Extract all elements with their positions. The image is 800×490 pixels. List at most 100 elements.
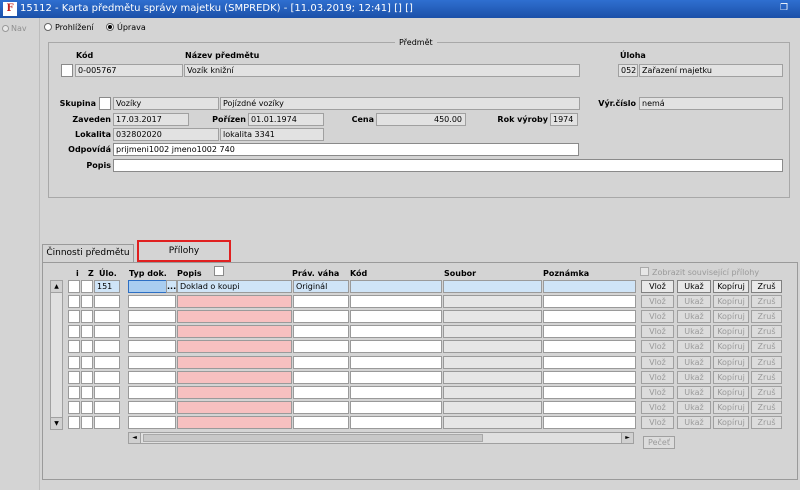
kod-field[interactable]: 0-005767	[75, 64, 183, 77]
cell-z[interactable]	[81, 280, 93, 293]
cell-kod[interactable]	[350, 280, 442, 293]
cell-i[interactable]	[68, 325, 80, 338]
ukaz-button[interactable]: Ukaž	[677, 295, 711, 308]
vloz-button[interactable]: Vlož	[641, 280, 674, 293]
vloz-button[interactable]: Vlož	[641, 310, 674, 323]
cell-poznamka[interactable]	[543, 386, 636, 399]
ukaz-button[interactable]: Ukaž	[677, 310, 711, 323]
zrus-button[interactable]: Zruš	[751, 325, 782, 338]
cell-soubor[interactable]	[443, 386, 542, 399]
show-related-checkbox[interactable]	[640, 267, 649, 276]
show-related-toggle[interactable]: Zobrazit související přílohy	[640, 267, 759, 278]
ukaz-button[interactable]: Ukaž	[677, 401, 711, 414]
cell-soubor[interactable]	[443, 295, 542, 308]
cell-typ-dok[interactable]	[128, 371, 176, 384]
vloz-button[interactable]: Vlož	[641, 401, 674, 414]
kopiruj-button[interactable]: Kopíruj	[713, 280, 749, 293]
cell-typ-dok[interactable]	[128, 356, 176, 369]
cell-z[interactable]	[81, 401, 93, 414]
cell-popis[interactable]	[177, 295, 292, 308]
vyr-cislo-field[interactable]: nemá	[639, 97, 783, 110]
uloha-field[interactable]: Zařazení majetku	[639, 64, 783, 77]
cell-poznamka[interactable]	[543, 416, 636, 429]
nazev-field[interactable]: Vozík knižní	[184, 64, 580, 77]
lokalita-field[interactable]: lokalita 3341	[220, 128, 324, 141]
kopiruj-button[interactable]: Kopíruj	[713, 386, 749, 399]
cell-popis[interactable]	[177, 371, 292, 384]
cell-z[interactable]	[81, 340, 93, 353]
cell-i[interactable]	[68, 280, 80, 293]
cell-soubor[interactable]	[443, 325, 542, 338]
cell-i[interactable]	[68, 356, 80, 369]
kopiruj-button[interactable]: Kopíruj	[713, 401, 749, 414]
cell-popis[interactable]	[177, 386, 292, 399]
cell-ulo[interactable]	[94, 310, 120, 323]
cell-popis[interactable]	[177, 310, 292, 323]
cell-poznamka[interactable]	[543, 325, 636, 338]
ukaz-button[interactable]: Ukaž	[677, 325, 711, 338]
restore-window-icon[interactable]: ❐	[780, 3, 790, 13]
zrus-button[interactable]: Zruš	[751, 280, 782, 293]
zaveden-field[interactable]: 17.03.2017	[113, 113, 189, 126]
cell-ulo[interactable]	[94, 325, 120, 338]
cell-prav-vaha[interactable]	[293, 340, 349, 353]
ukaz-button[interactable]: Ukaž	[677, 386, 711, 399]
cell-kod[interactable]	[350, 416, 442, 429]
kopiruj-button[interactable]: Kopíruj	[713, 295, 749, 308]
cell-poznamka[interactable]	[543, 295, 636, 308]
cell-prav-vaha[interactable]	[293, 310, 349, 323]
zrus-button[interactable]: Zruš	[751, 416, 782, 429]
uloha-code-field[interactable]: 052	[618, 64, 638, 77]
ukaz-button[interactable]: Ukaž	[677, 356, 711, 369]
cell-i[interactable]	[68, 295, 80, 308]
cell-typ-dok[interactable]	[128, 325, 176, 338]
vloz-button[interactable]: Vlož	[641, 325, 674, 338]
cell-ulo[interactable]	[94, 371, 120, 384]
rok-vyroby-field[interactable]: 1974	[550, 113, 578, 126]
cell-soubor[interactable]	[443, 340, 542, 353]
porizen-field[interactable]: 01.01.1974	[248, 113, 324, 126]
cell-z[interactable]	[81, 416, 93, 429]
cell-i[interactable]	[68, 386, 80, 399]
cell-z[interactable]	[81, 295, 93, 308]
cell-poznamka[interactable]	[543, 356, 636, 369]
cell-kod[interactable]	[350, 325, 442, 338]
zrus-button[interactable]: Zruš	[751, 310, 782, 323]
cell-soubor[interactable]	[443, 416, 542, 429]
kopiruj-button[interactable]: Kopíruj	[713, 416, 749, 429]
skupina-checkbox[interactable]	[99, 97, 111, 110]
nav-button[interactable]: Nav	[2, 22, 36, 36]
scroll-right-icon[interactable]: ►	[621, 433, 633, 443]
cell-poznamka[interactable]	[543, 280, 636, 293]
popis-header-checkbox[interactable]	[214, 266, 224, 276]
cell-soubor[interactable]	[443, 371, 542, 384]
ukaz-button[interactable]: Ukaž	[677, 280, 711, 293]
cell-i[interactable]	[68, 401, 80, 414]
cell-kod[interactable]	[350, 401, 442, 414]
cell-typ-dok[interactable]	[128, 386, 176, 399]
vloz-button[interactable]: Vlož	[641, 295, 674, 308]
cell-soubor[interactable]	[443, 356, 542, 369]
skupina-field[interactable]: Vozíky	[113, 97, 219, 110]
cell-prav-vaha[interactable]	[293, 356, 349, 369]
kopiruj-button[interactable]: Kopíruj	[713, 371, 749, 384]
cell-poznamka[interactable]	[543, 401, 636, 414]
cell-ulo[interactable]	[94, 356, 120, 369]
vloz-button[interactable]: Vlož	[641, 416, 674, 429]
zrus-button[interactable]: Zruš	[751, 340, 782, 353]
cell-prav-vaha[interactable]	[293, 295, 349, 308]
cell-z[interactable]	[81, 310, 93, 323]
cell-ulo[interactable]	[94, 295, 120, 308]
cell-popis[interactable]	[177, 416, 292, 429]
cell-typ-dok[interactable]	[128, 401, 176, 414]
lokalita-code-field[interactable]: 032802020	[113, 128, 219, 141]
cell-kod[interactable]	[350, 310, 442, 323]
cell-soubor[interactable]	[443, 401, 542, 414]
cell-i[interactable]	[68, 340, 80, 353]
tab-cinnosti-predmetu[interactable]: Činnosti předmětu	[42, 244, 134, 262]
cell-poznamka[interactable]	[543, 371, 636, 384]
grid-vertical-scrollbar[interactable]: ▲ ▼	[50, 280, 63, 430]
grid-horizontal-scrollbar[interactable]: ◄ ►	[128, 432, 634, 444]
zrus-button[interactable]: Zruš	[751, 371, 782, 384]
cell-i[interactable]	[68, 371, 80, 384]
